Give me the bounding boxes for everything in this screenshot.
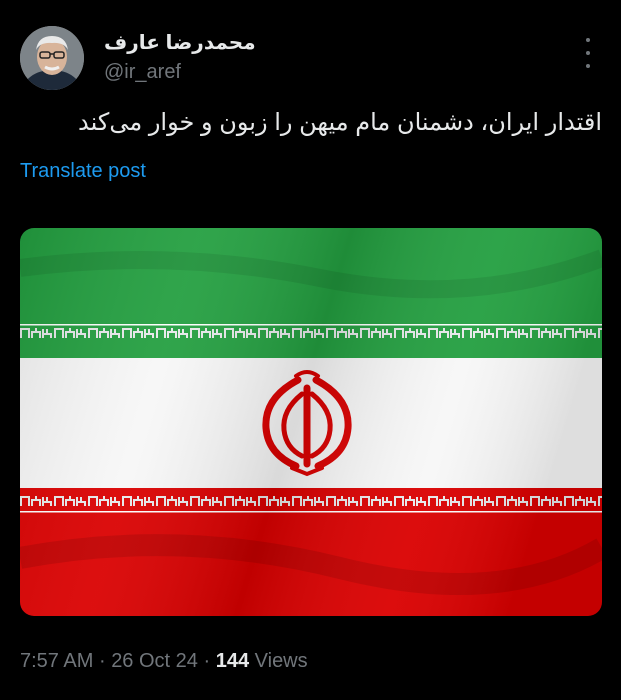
avatar-image: [20, 26, 84, 90]
views-label: Views: [254, 650, 308, 672]
meta-separator: ·: [203, 650, 211, 672]
iran-flag-image: [20, 228, 602, 616]
more-dots-icon[interactable]: [576, 38, 600, 68]
translate-post-link[interactable]: Translate post: [20, 160, 146, 183]
author-name[interactable]: محمدرضا عارف: [104, 30, 256, 55]
dot: [586, 51, 590, 55]
post-text: اقتدار ایران، دشمنان مام میهن را زبون و …: [78, 109, 602, 136]
post-date[interactable]: 26 Oct 24: [111, 650, 198, 672]
views-count[interactable]: 144: [216, 650, 249, 672]
meta-separator: ·: [98, 650, 106, 672]
post-meta: 7:57 AM · 26 Oct 24 · 144 Views: [20, 650, 308, 673]
post-media-image[interactable]: [20, 228, 602, 616]
dot: [586, 38, 590, 42]
post-time[interactable]: 7:57 AM: [20, 650, 93, 672]
author-avatar[interactable]: [20, 26, 84, 90]
author-handle[interactable]: @ir_aref: [104, 61, 181, 84]
dot: [586, 64, 590, 68]
